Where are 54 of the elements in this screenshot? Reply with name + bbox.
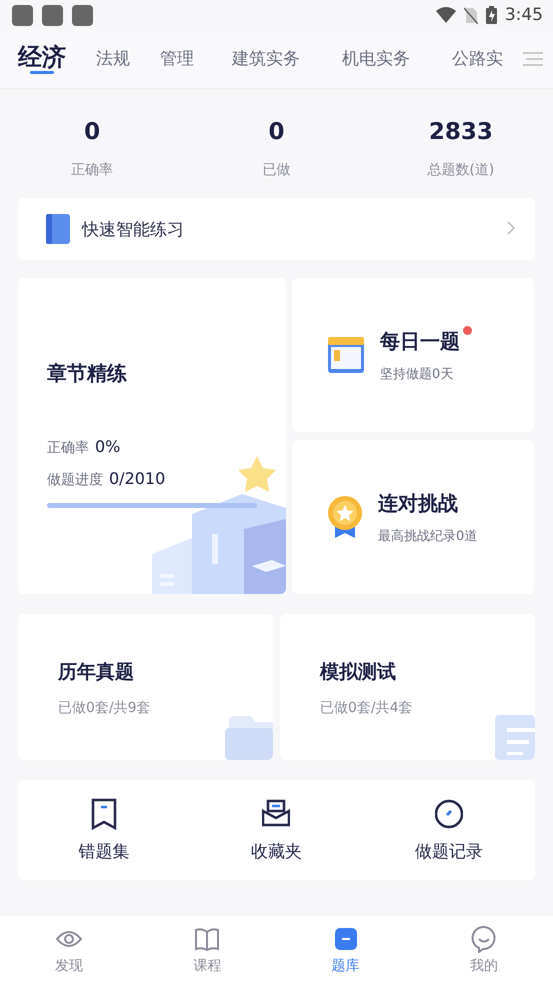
- card-subtitle: 已做0套/共4套: [320, 699, 414, 717]
- card-title: 模拟测试: [320, 660, 397, 685]
- paper-card[interactable]: 历年真题 已做0套/共9套: [18, 614, 273, 760]
- calendar-icon: [328, 337, 364, 373]
- menu-icon[interactable]: [522, 51, 544, 67]
- book-icon: [46, 214, 70, 244]
- tool-label[interactable]: 错题集: [78, 840, 130, 862]
- folder-icon: [225, 714, 273, 760]
- battery-icon: [486, 6, 497, 24]
- stat-value: 0/2010: [109, 469, 166, 488]
- clock-icon: [434, 798, 463, 830]
- card-title: 连对挑战: [378, 490, 458, 514]
- no-sim-icon: [464, 6, 478, 24]
- stat-value: 0%: [95, 437, 120, 456]
- category-tab[interactable]: 公路实: [452, 30, 503, 74]
- inbox-icon: [262, 798, 290, 830]
- stat-label: 已做: [262, 161, 290, 179]
- category-tab[interactable]: 机电实务: [342, 30, 410, 74]
- daily-question-card[interactable]: 每日一题 坚持做题0天: [292, 278, 534, 432]
- category-tab[interactable]: 法规: [96, 30, 130, 74]
- stat-label: 总题数(道): [427, 161, 494, 179]
- bookmark-icon: [90, 798, 118, 830]
- category-tab[interactable]: 经济: [18, 30, 66, 74]
- medal-icon: [328, 496, 362, 538]
- document-icon: [495, 715, 535, 760]
- nav-tab[interactable]: 题库: [276, 916, 415, 983]
- stat-label: 正确率: [71, 161, 114, 179]
- tool-label[interactable]: 收藏夹: [250, 840, 302, 862]
- stat-label: 正确率: [47, 439, 89, 457]
- streak-challenge-card[interactable]: 连对挑战 最高挑战纪录0道: [292, 440, 534, 594]
- card-subtitle: 最高挑战纪录0道: [378, 528, 478, 544]
- paper-card[interactable]: 模拟测试 已做0套/共4套: [280, 614, 535, 760]
- clock-time: 3:45: [504, 5, 543, 25]
- quick-practice-card[interactable]: 快速智能练习: [18, 198, 535, 260]
- category-tab[interactable]: 管理: [160, 30, 194, 74]
- stat-value: 0: [268, 119, 284, 145]
- stat-value: 0: [84, 119, 100, 145]
- notification-icon: [72, 4, 93, 26]
- chapter-practice-card[interactable]: 章节精练 正确率 0% 做题进度 0/2010: [18, 278, 286, 594]
- stat-label: 做题进度: [47, 471, 103, 489]
- chevron-right-icon: [507, 220, 515, 234]
- smiley-icon: [470, 924, 498, 952]
- card-subtitle: 已做0套/共9套: [58, 699, 152, 717]
- stat-value: 2833: [428, 119, 493, 145]
- tool-label[interactable]: 做题记录: [414, 840, 483, 862]
- card-title: 每日一题: [380, 328, 460, 352]
- card-title: 章节精练: [47, 360, 128, 387]
- category-tab[interactable]: 建筑实务: [232, 30, 300, 74]
- card-subtitle: 坚持做题0天: [380, 366, 454, 382]
- card-title: 历年真题: [58, 660, 135, 685]
- wifi-icon: [436, 7, 456, 23]
- quick-practice-title: 快速智能练习: [82, 218, 185, 240]
- notification-icon: [42, 4, 63, 26]
- notification-icon: [12, 4, 33, 26]
